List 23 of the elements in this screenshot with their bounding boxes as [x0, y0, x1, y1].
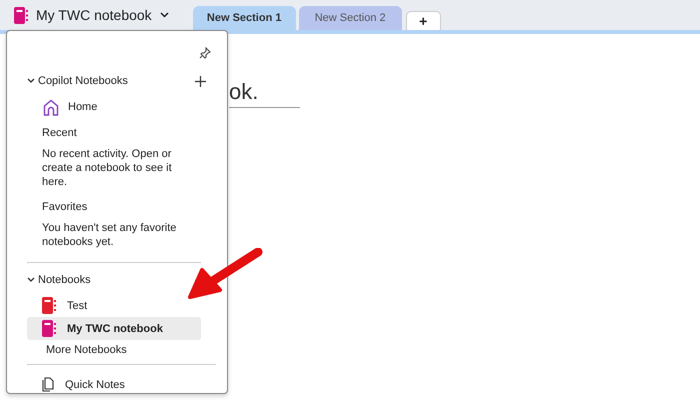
notebook-item[interactable]: My TWC notebook — [27, 317, 201, 340]
chevron-icon — [160, 12, 169, 18]
section-tab[interactable]: New Section 1 — [192, 6, 296, 30]
quick-notes-item[interactable]: Quick Notes — [27, 377, 227, 392]
more-notebooks-link[interactable]: More Notebooks — [27, 344, 227, 358]
section-tab[interactable]: New Section 2 — [298, 6, 402, 30]
page-title: ok. — [229, 79, 300, 108]
empty-message: No recent activity. Open or create a notebook to see it here. — [41, 147, 173, 189]
chevron-icon[interactable] — [27, 277, 35, 283]
chevron-icon[interactable] — [27, 78, 35, 84]
home-icon — [43, 98, 59, 116]
section-label: Recent — [41, 127, 78, 139]
add-icon[interactable] — [195, 76, 206, 86]
pin-icon[interactable] — [199, 47, 211, 59]
page-icon — [42, 377, 54, 392]
empty-message: You haven't set any favorite notebooks yet. — [41, 221, 178, 249]
add-section-button[interactable]: + — [406, 11, 441, 30]
section-header[interactable]: Notebooks — [38, 274, 192, 286]
section-label: Favorites — [41, 201, 88, 213]
home-item[interactable]: Home — [27, 98, 227, 116]
section-header[interactable]: Copilot Notebooks — [38, 75, 192, 87]
notebook-switcher[interactable]: My TWC notebook — [0, 8, 177, 30]
notebook-item[interactable]: Test — [27, 294, 94, 317]
